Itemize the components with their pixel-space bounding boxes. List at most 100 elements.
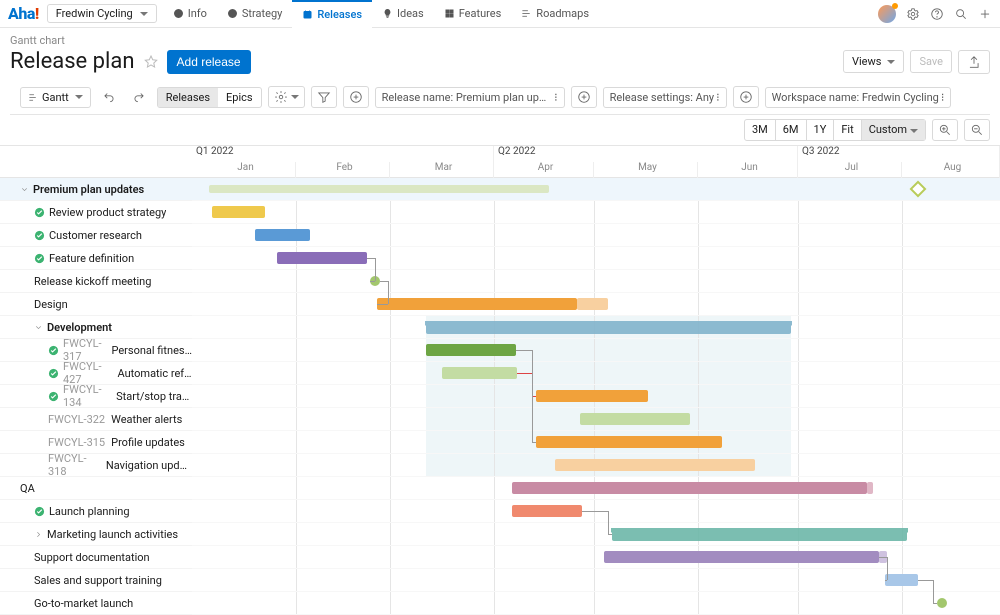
zoom-1y[interactable]: 1Y	[807, 120, 835, 140]
zoom-6m[interactable]: 6M	[776, 120, 807, 140]
releases-epics-toggle[interactable]: Releases Epics	[157, 87, 262, 108]
gantt-bar[interactable]	[885, 574, 918, 586]
gantt-bar[interactable]	[577, 298, 608, 310]
undo-button[interactable]	[97, 87, 121, 107]
task-row[interactable]: FWCYL-315Profile updates	[0, 431, 192, 454]
task-row[interactable]: Review product strategy	[0, 201, 192, 224]
zoom-segment[interactable]: 3M6M1YFitCustom	[744, 119, 926, 141]
task-row[interactable]: Marketing launch activities	[0, 523, 192, 546]
task-row[interactable]: Feature definition	[0, 247, 192, 270]
chevron-right-icon[interactable]	[34, 530, 43, 539]
gantt-track[interactable]	[192, 224, 1000, 247]
plus-icon[interactable]	[978, 7, 992, 21]
gantt-track[interactable]	[192, 201, 1000, 224]
nav-strategy[interactable]: Strategy	[217, 0, 292, 27]
task-row[interactable]: Premium plan updates	[0, 178, 192, 201]
gantt-bar[interactable]	[377, 298, 577, 310]
gantt-track[interactable]	[192, 454, 1000, 477]
task-row[interactable]: Design	[0, 293, 192, 316]
gantt-track[interactable]	[192, 339, 1000, 362]
filter-workspace-name[interactable]: Workspace name: Fredwin Cycling⁝	[765, 87, 952, 108]
filter-button[interactable]	[311, 86, 337, 108]
task-row[interactable]: Support documentation	[0, 546, 192, 569]
nav-roadmaps[interactable]: Roadmaps	[511, 0, 599, 27]
help-icon[interactable]	[930, 7, 944, 21]
gantt-track[interactable]	[192, 316, 1000, 339]
gantt-timeline-pane[interactable]: Q1 2022Q2 2022Q3 2022 JanFebMarAprMayJun…	[192, 146, 1000, 615]
zoom-custom[interactable]: Custom	[862, 120, 925, 140]
task-row[interactable]: QA	[0, 477, 192, 500]
zoom-out-button[interactable]	[964, 119, 990, 141]
gantt-bar[interactable]	[426, 344, 516, 356]
zoom-in-button[interactable]	[932, 119, 958, 141]
settings-button[interactable]	[268, 86, 305, 108]
workspace-selector[interactable]: Fredwin Cycling	[47, 4, 157, 23]
star-icon[interactable]	[143, 54, 159, 70]
gantt-track[interactable]	[192, 247, 1000, 270]
gantt-track[interactable]	[192, 523, 1000, 546]
avatar[interactable]	[878, 5, 896, 23]
redo-button[interactable]	[127, 87, 151, 107]
gantt-bar[interactable]	[277, 252, 367, 264]
task-row[interactable]: FWCYL-134Start/stop tracking	[0, 385, 192, 408]
nav-features[interactable]: Features	[434, 0, 512, 27]
gantt-track[interactable]	[192, 178, 1000, 201]
gantt-track[interactable]	[192, 293, 1000, 316]
views-button[interactable]: Views	[843, 50, 904, 73]
gantt-track[interactable]	[192, 270, 1000, 293]
task-row[interactable]: Sales and support training	[0, 569, 192, 592]
gantt-bar[interactable]	[612, 528, 907, 541]
logo[interactable]: Aha!	[8, 4, 39, 23]
gantt-bar[interactable]	[512, 482, 867, 494]
gantt-bar[interactable]	[604, 551, 879, 563]
task-row[interactable]: FWCYL-318Navigation updates	[0, 454, 192, 477]
breadcrumb[interactable]: Gantt chart	[10, 34, 990, 47]
save-button[interactable]: Save	[910, 50, 952, 73]
gantt-bar[interactable]	[255, 229, 310, 241]
chevron-down-icon[interactable]	[20, 185, 29, 194]
chevron-down-icon[interactable]	[34, 323, 43, 332]
gantt-track[interactable]	[192, 592, 1000, 615]
gantt-track[interactable]	[192, 431, 1000, 454]
gantt-bar[interactable]	[442, 367, 517, 379]
nav-info[interactable]: Info	[163, 0, 217, 27]
gantt-type-button[interactable]: Gantt	[20, 87, 91, 108]
nav-ideas[interactable]: Ideas	[372, 0, 434, 27]
gear-icon[interactable]	[906, 7, 920, 21]
add-release-button[interactable]: Add release	[167, 50, 251, 74]
gantt-bar[interactable]	[512, 505, 582, 517]
task-row[interactable]: Go-to-market launch	[0, 592, 192, 615]
milestone-icon[interactable]	[910, 181, 927, 198]
zoom-fit[interactable]: Fit	[834, 120, 861, 140]
gantt-track[interactable]	[192, 477, 1000, 500]
gantt-bar[interactable]	[209, 185, 549, 193]
gantt-track[interactable]	[192, 362, 1000, 385]
gantt-bar[interactable]	[867, 482, 873, 494]
seg-releases[interactable]: Releases	[158, 88, 218, 107]
search-icon[interactable]	[954, 7, 968, 21]
gantt-bar[interactable]	[580, 413, 690, 425]
task-row[interactable]: Customer research	[0, 224, 192, 247]
filter-release-name[interactable]: Release name: Premium plan upd...⁝	[375, 87, 565, 108]
gantt-bar[interactable]	[426, 321, 791, 334]
task-row[interactable]: Launch planning	[0, 500, 192, 523]
gantt-bar[interactable]	[536, 390, 648, 402]
nav-releases[interactable]: Releases	[292, 0, 372, 28]
zoom-3m[interactable]: 3M	[745, 120, 776, 140]
gantt-bar[interactable]	[212, 206, 265, 218]
task-row[interactable]: Release kickoff meeting	[0, 270, 192, 293]
add-filter-button-3[interactable]	[733, 86, 759, 108]
gantt-bar[interactable]	[536, 436, 722, 448]
gantt-bar[interactable]	[555, 459, 755, 471]
task-row[interactable]: Development	[0, 316, 192, 339]
task-row[interactable]: FWCYL-317Personal fitness goals	[0, 339, 192, 362]
gantt-track[interactable]	[192, 408, 1000, 431]
filter-release-settings[interactable]: Release settings: Any⁝	[603, 87, 727, 108]
add-filter-button[interactable]	[343, 86, 369, 108]
task-row[interactable]: FWCYL-322Weather alerts	[0, 408, 192, 431]
task-row[interactable]: FWCYL-427Automatic refresh	[0, 362, 192, 385]
gantt-track[interactable]	[192, 569, 1000, 592]
add-filter-button-2[interactable]	[571, 86, 597, 108]
seg-epics[interactable]: Epics	[218, 88, 261, 107]
share-button[interactable]	[958, 50, 990, 74]
